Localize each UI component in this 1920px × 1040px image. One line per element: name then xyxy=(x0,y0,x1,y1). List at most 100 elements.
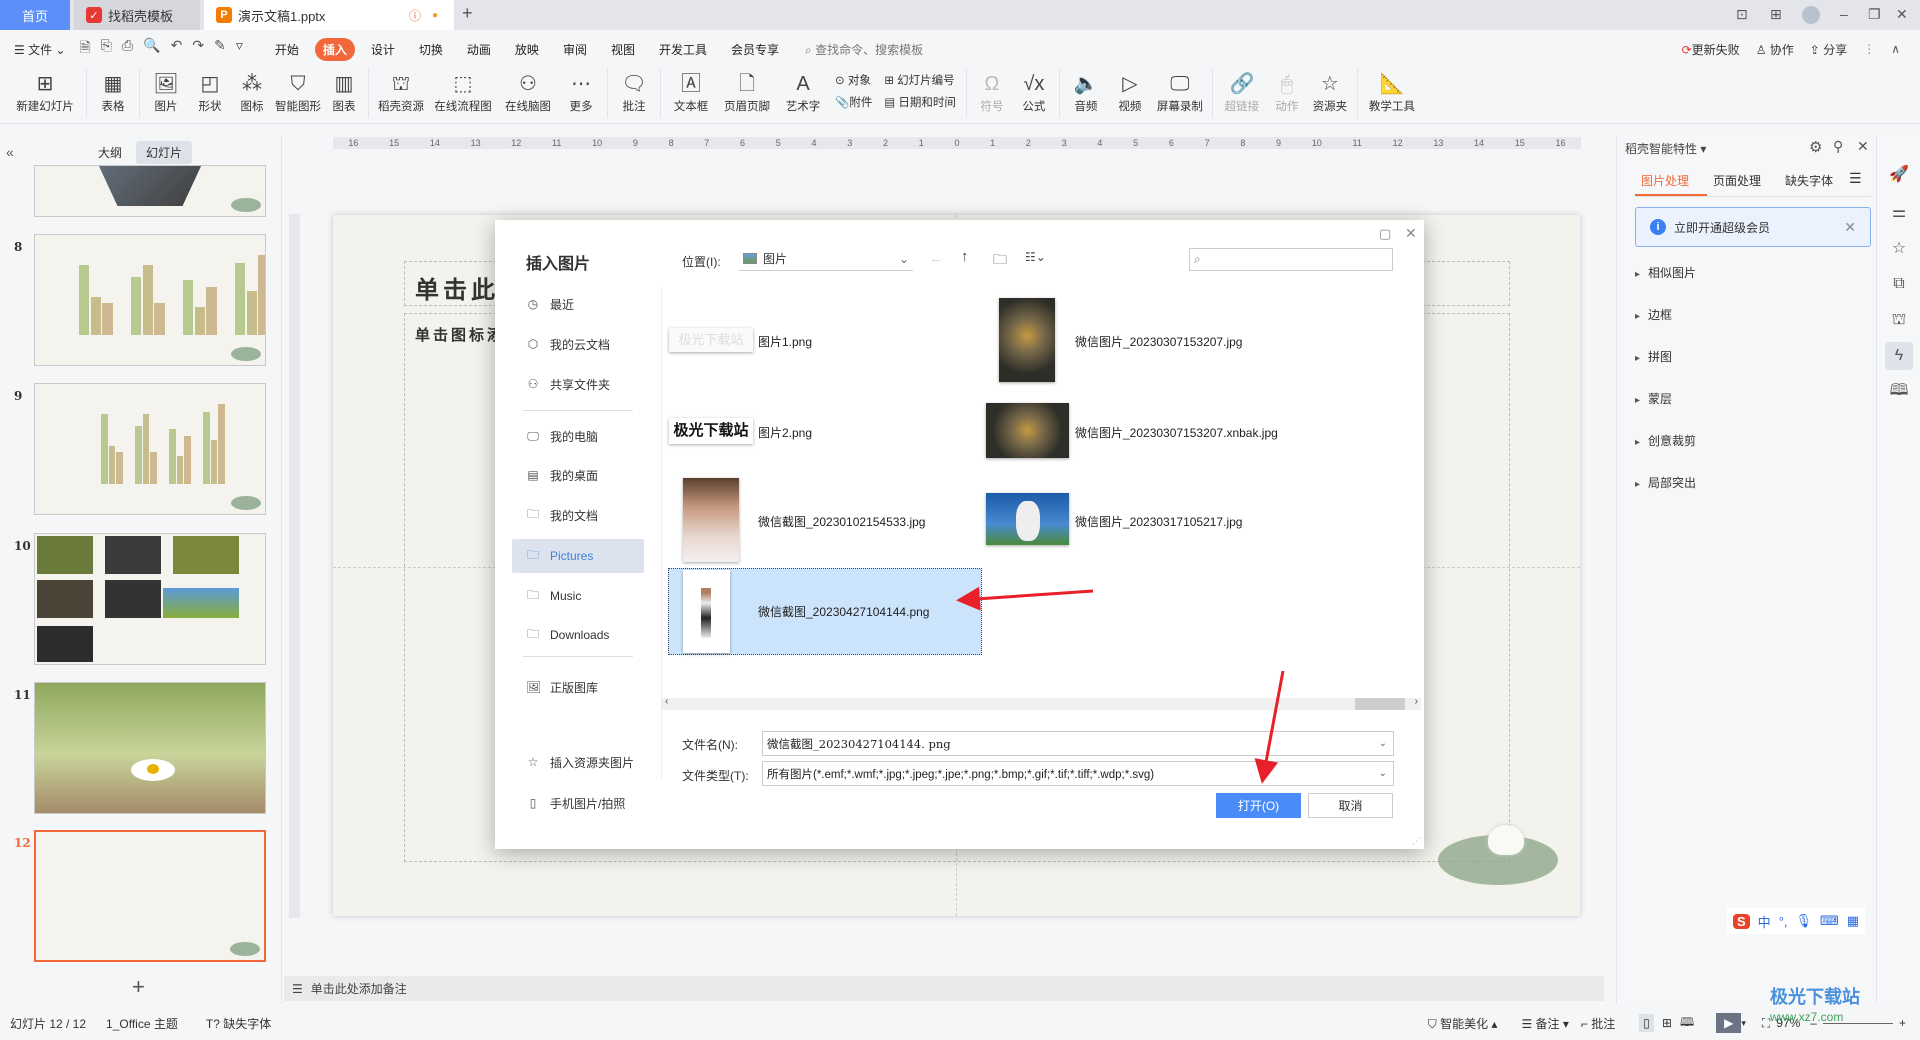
menu-tab-transition[interactable]: 切换 xyxy=(411,38,451,61)
feature-collage[interactable]: 拼图 xyxy=(1635,348,1672,365)
add-slide-button[interactable]: + xyxy=(132,974,145,1000)
menu-tab-start[interactable]: 开始 xyxy=(267,38,307,61)
flowchart-button[interactable]: ⬚ 在线流程图 xyxy=(429,68,497,114)
docer-icon[interactable]: ⛫ xyxy=(1885,306,1913,334)
cancel-button[interactable]: 取消 xyxy=(1308,793,1393,818)
menu-tab-developer[interactable]: 开发工具 xyxy=(651,38,715,61)
vip-banner[interactable]: i 立即开通超级会员 ✕ xyxy=(1635,207,1871,247)
update-status[interactable]: ⟳更新失败 xyxy=(1682,41,1740,58)
close-panel-icon[interactable]: ✕ xyxy=(1857,138,1869,155)
tab-page-processing[interactable]: 页面处理 xyxy=(1713,172,1761,189)
smart-art-button[interactable]: ⛉ 智能图形 xyxy=(272,68,324,114)
preview-icon[interactable]: 🔍 xyxy=(143,37,160,61)
slide-thumbnail-11[interactable] xyxy=(34,682,266,814)
panel-title-dropdown[interactable]: 稻壳智能特性 ▾ xyxy=(1625,140,1706,157)
ime-punctuation[interactable]: °, xyxy=(1779,914,1788,929)
redo-icon[interactable]: ↷ xyxy=(192,37,204,61)
file-item[interactable]: 微信图片_20230317105217.jpg xyxy=(1075,513,1242,530)
back-icon[interactable]: ← xyxy=(929,250,943,266)
lightning-icon[interactable]: ϟ xyxy=(1885,342,1913,370)
nav-item[interactable]: 🗀 Music xyxy=(512,579,644,613)
new-tab-button[interactable]: + xyxy=(462,3,473,24)
beautify-button[interactable]: ⛉ 智能美化 ▴ xyxy=(1428,1015,1498,1032)
filetype-select[interactable]: 所有图片(*.emf;*.wmf;*.jpg;*.jpeg;*.jpe;*.pn… xyxy=(762,761,1394,786)
missing-font-button[interactable]: T? 缺失字体 xyxy=(206,1015,271,1032)
horizontal-scrollbar[interactable]: ‹ › xyxy=(661,696,1421,710)
pin-icon[interactable]: ⚲ xyxy=(1833,138,1843,155)
slide-number-button[interactable]: ⊞ 幻灯片编号 xyxy=(884,72,956,88)
play-options-icon[interactable]: ▾ xyxy=(1741,1018,1746,1029)
menu-tab-insert[interactable]: 插入 xyxy=(314,37,355,61)
collapse-ribbon-icon[interactable]: ∧ xyxy=(1891,42,1900,56)
slide-sorter-icon[interactable]: ⊞ xyxy=(1662,1016,1672,1030)
tab-missing-fonts[interactable]: 缺失字体 xyxy=(1785,172,1833,189)
feature-border[interactable]: 边框 xyxy=(1635,306,1672,323)
picture-button[interactable]: 🖼 图片 xyxy=(144,68,188,114)
grid-icon[interactable]: ⊞ xyxy=(1770,6,1782,23)
tab-document[interactable]: P 演示文稿1.pptx ⓘ ● xyxy=(204,0,454,30)
more-button[interactable]: ⋯ 更多 xyxy=(559,68,603,114)
location-dropdown[interactable]: 图片 ⌄ xyxy=(739,247,913,271)
slide-thumbnail-8[interactable] xyxy=(34,234,266,366)
menu-tab-member[interactable]: 会员专享 xyxy=(723,38,787,61)
action-button[interactable]: 🖱 动作 xyxy=(1267,68,1307,114)
close-window-button[interactable]: ✕ xyxy=(1896,6,1908,23)
filename-input[interactable]: 微信截图_20230427104144. png ⌄ xyxy=(762,731,1394,756)
symbol-button[interactable]: Ω 符号 xyxy=(971,68,1013,114)
feature-highlight[interactable]: 局部突出 xyxy=(1635,474,1696,491)
more-options-icon[interactable]: ⋮ xyxy=(1863,42,1875,56)
maximize-dialog-button[interactable]: ▢ xyxy=(1379,226,1391,242)
video-button[interactable]: ▷ 视频 xyxy=(1108,68,1152,114)
theme-name[interactable]: 1_Office 主题 xyxy=(106,1015,178,1032)
slide-thumbnail-9[interactable] xyxy=(34,383,266,515)
menu-tab-design[interactable]: 设计 xyxy=(363,38,403,61)
file-item[interactable]: 微信图片_20230307153207.xnbak.jpg xyxy=(1075,424,1278,441)
open-button[interactable]: 打开(O) xyxy=(1216,793,1301,818)
tab-slides[interactable]: 幻灯片 xyxy=(136,141,193,164)
restore-button[interactable]: ❐ xyxy=(1868,6,1881,23)
feature-creative-crop[interactable]: 创意裁剪 xyxy=(1635,432,1696,449)
slide-thumbnail-7[interactable] xyxy=(34,165,266,217)
ime-language[interactable]: 中 xyxy=(1758,912,1771,931)
save-icon[interactable]: 🗎 xyxy=(80,37,91,61)
teaching-tools-button[interactable]: 📐 教学工具 xyxy=(1362,68,1422,114)
file-item[interactable]: 微信截图_20230102154533.jpg xyxy=(758,513,925,530)
header-footer-button[interactable]: 🗋 页眉页脚 xyxy=(717,68,777,114)
feature-mask[interactable]: 蒙层 xyxy=(1635,390,1672,407)
microphone-icon[interactable]: 🎙 xyxy=(1796,913,1813,929)
avatar[interactable] xyxy=(1802,6,1820,24)
star-icon[interactable]: ☆ xyxy=(1885,234,1913,262)
chevron-down-icon[interactable]: ⌄ xyxy=(1379,738,1387,749)
sliders-icon[interactable]: ⚌ xyxy=(1885,198,1913,226)
grid-icon[interactable]: ▦ xyxy=(1847,913,1859,929)
print-icon[interactable]: ⎙ xyxy=(122,37,133,61)
tab-home[interactable]: 首页 xyxy=(0,0,70,30)
menu-tab-animation[interactable]: 动画 xyxy=(459,38,499,61)
formula-button[interactable]: √x 公式 xyxy=(1013,68,1055,114)
share-button[interactable]: ⇪ 分享 xyxy=(1810,41,1847,58)
keyboard-icon[interactable]: ⌨ xyxy=(1820,913,1839,929)
notes-bar[interactable]: ☰ 单击此处添加备注 xyxy=(284,976,1604,1001)
minimize-button[interactable]: – xyxy=(1840,6,1848,22)
nav-item[interactable]: 🗀 Pictures xyxy=(512,539,644,573)
screen-record-button[interactable]: 🖵 屏幕录制 xyxy=(1152,68,1208,114)
nav-item[interactable]: 🖼 正版图库 xyxy=(512,670,644,704)
normal-view-icon[interactable]: ▯ xyxy=(1639,1014,1654,1032)
comments-toggle[interactable]: ⌐ 批注 xyxy=(1581,1015,1615,1032)
close-banner-icon[interactable]: ✕ xyxy=(1844,219,1856,236)
hyperlink-button[interactable]: 🔗 超链接 xyxy=(1217,68,1267,114)
datetime-button[interactable]: ▤ 日期和时间 xyxy=(884,94,956,110)
scroll-right-icon[interactable]: › xyxy=(1415,696,1418,707)
book-search-icon[interactable]: 🕮 xyxy=(1885,378,1913,406)
shape-button[interactable]: ◰ 形状 xyxy=(188,68,232,114)
slide-thumbnail-12[interactable] xyxy=(34,830,266,962)
layout-icon[interactable]: ⊡ xyxy=(1736,6,1748,23)
nav-item[interactable]: 🗀 我的文档 xyxy=(512,498,644,532)
export-icon[interactable]: ⎘ xyxy=(101,37,112,61)
nav-item[interactable]: ☆ 插入资源夹图片 xyxy=(512,745,644,779)
feature-similar-images[interactable]: 相似图片 xyxy=(1635,264,1696,281)
scrollbar-thumb[interactable] xyxy=(1355,698,1405,710)
new-slide-button[interactable]: ⊞ 新建幻灯片 xyxy=(8,68,82,114)
file-menu[interactable]: ☰ 文件 ⌄ xyxy=(14,41,66,58)
file-item[interactable]: 图片1.png xyxy=(758,333,812,350)
